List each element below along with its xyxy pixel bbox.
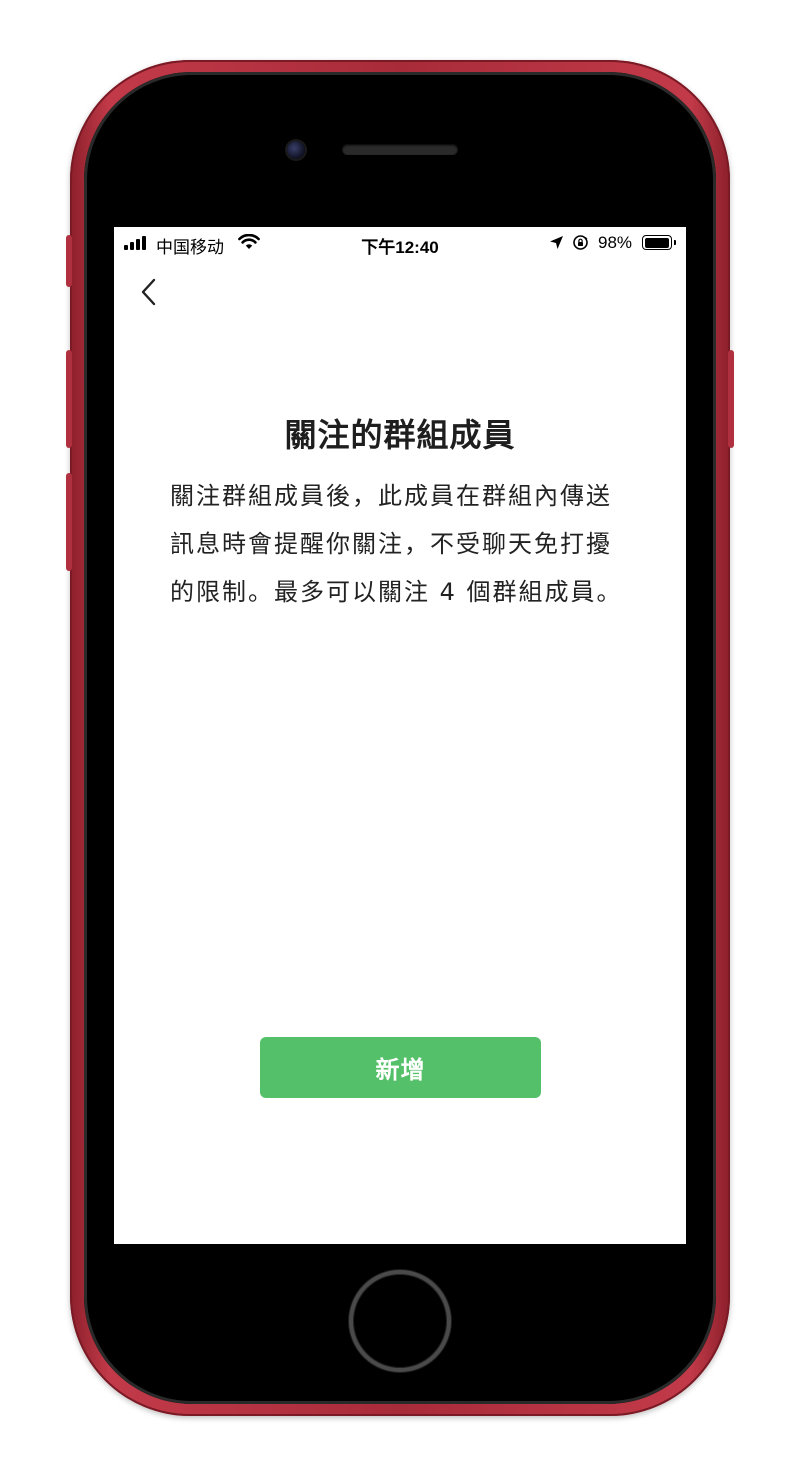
home-button[interactable] xyxy=(349,1270,451,1372)
volume-up-button xyxy=(66,350,72,448)
front-camera xyxy=(287,141,305,159)
earpiece-speaker xyxy=(342,144,458,155)
location-arrow-icon xyxy=(550,236,563,249)
volume-down-button xyxy=(66,473,72,571)
status-bar: 中国移动 下午12:40 98% xyxy=(114,227,686,259)
battery-icon xyxy=(642,235,672,250)
description-text: 關注群組成員後，此成員在群組內傳送訊息時會提醒你關注，不受聊天免打擾的限制。最多… xyxy=(170,482,623,606)
screen: 中国移动 下午12:40 98% 關注的群組成員 關注群組成員後，此成員在群組內… xyxy=(114,227,686,1244)
page-title: 關注的群組成員 xyxy=(284,416,516,454)
back-button[interactable] xyxy=(134,275,162,309)
orientation-lock-icon xyxy=(573,235,588,250)
battery-cap xyxy=(674,240,676,245)
power-button xyxy=(728,350,734,448)
mute-switch xyxy=(66,235,72,287)
battery-percentage: 98% xyxy=(598,233,633,252)
chevron-left-icon xyxy=(141,278,156,306)
add-button[interactable]: 新增 xyxy=(260,1037,541,1098)
